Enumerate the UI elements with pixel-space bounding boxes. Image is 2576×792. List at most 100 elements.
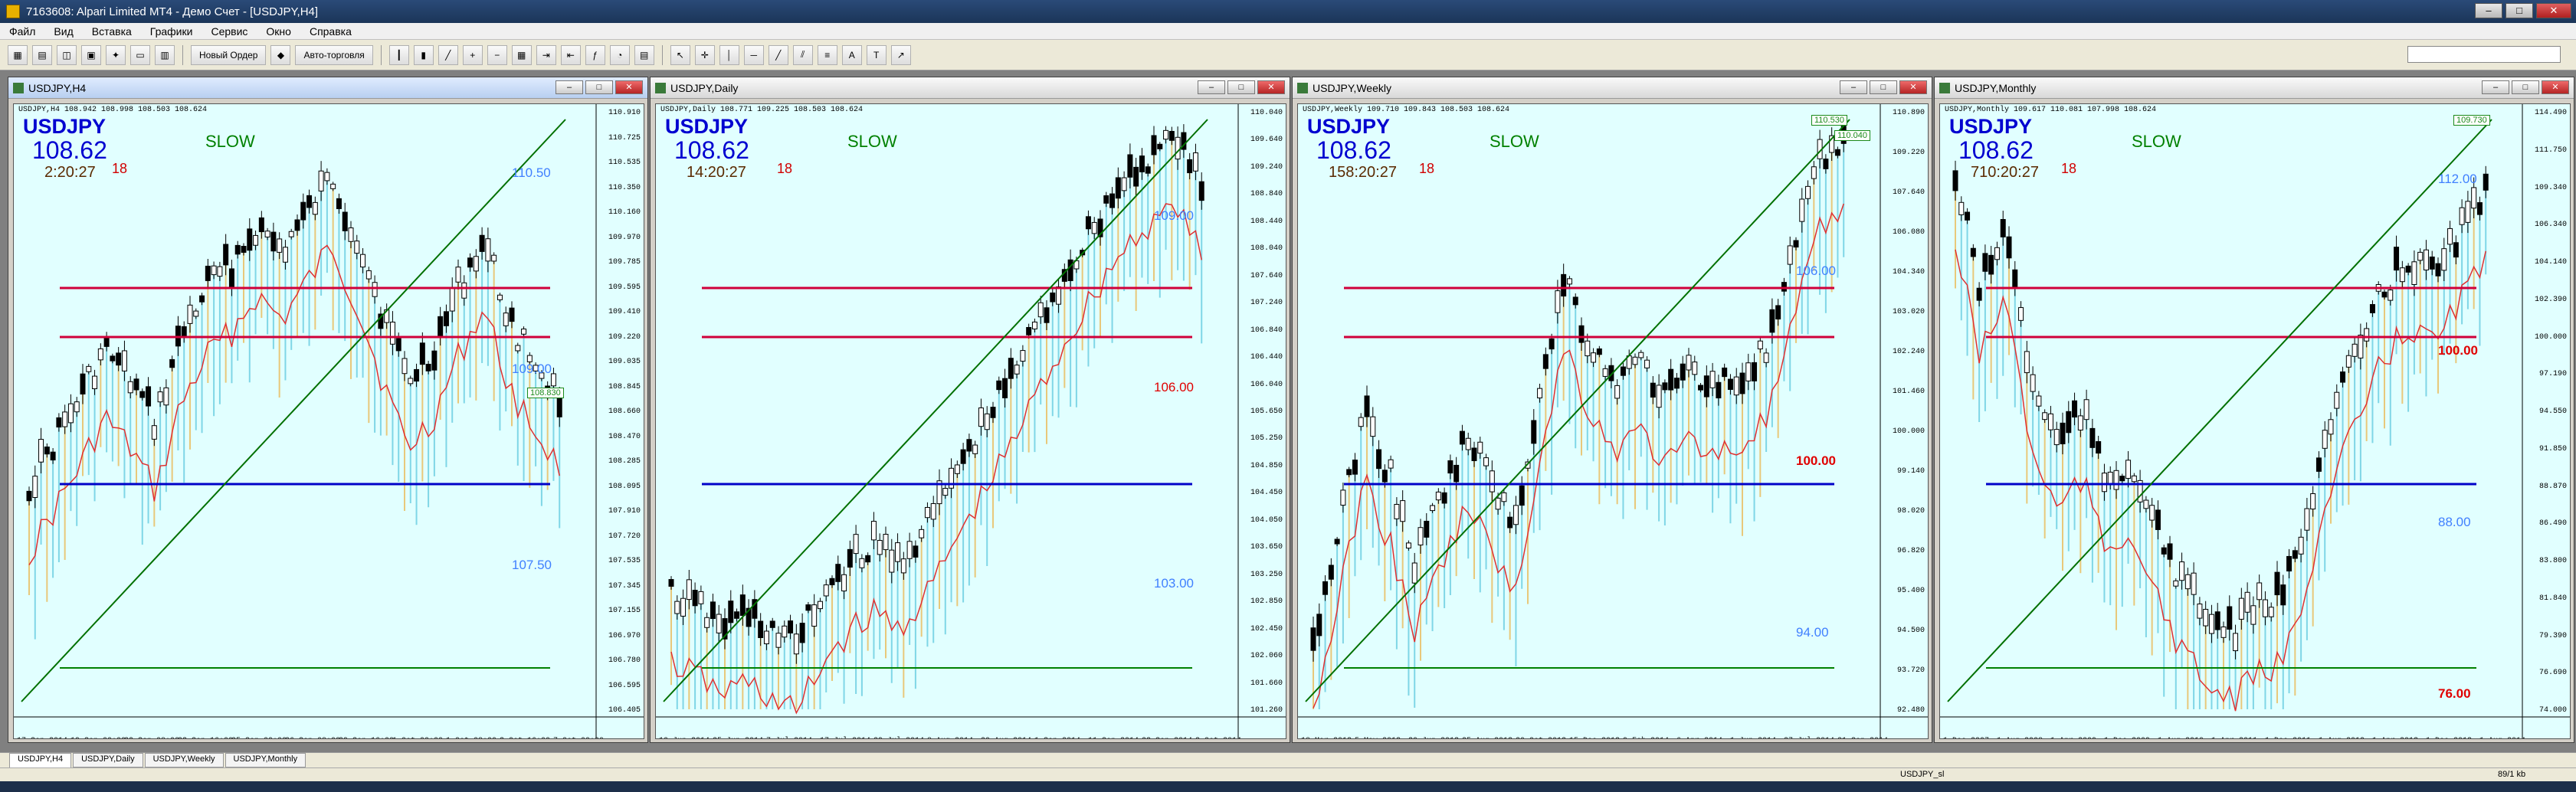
chart-window-title[interactable]: USDJPY,Weekly – □ ✕ xyxy=(1293,77,1932,99)
chart-close-button[interactable]: ✕ xyxy=(615,80,643,94)
indicators-icon[interactable]: ƒ xyxy=(585,44,605,65)
tab-h4[interactable]: USDJPY,H4 xyxy=(9,753,72,767)
channel-icon[interactable]: ⫽ xyxy=(792,44,813,65)
tester-icon[interactable]: ▥ xyxy=(155,44,175,65)
chart-minimize-button[interactable]: – xyxy=(556,80,583,94)
time-tick: 18 Mar 2013 xyxy=(1301,737,1352,738)
candle-chart-icon[interactable]: ▮ xyxy=(413,44,434,65)
label-icon[interactable]: T xyxy=(866,44,887,65)
chart-close-button[interactable]: ✕ xyxy=(1899,80,1927,94)
chart-minimize-button[interactable]: – xyxy=(1198,80,1225,94)
new-chart-icon[interactable]: ▦ xyxy=(8,44,28,65)
chart-canvas[interactable] xyxy=(656,104,1286,739)
time-tick: 7 Jul 2014 xyxy=(766,737,812,738)
chart-maximize-button[interactable]: □ xyxy=(585,80,613,94)
line-chart-icon[interactable]: ╱ xyxy=(438,44,458,65)
text-icon[interactable]: A xyxy=(841,44,862,65)
price-tick: 96.820 xyxy=(1896,547,1925,555)
chart-maximize-button[interactable]: □ xyxy=(2512,80,2539,94)
chart-window-h4[interactable]: USDJPY,H4 – □ ✕ USDJPY,H4 108.942 108.998 10… xyxy=(8,77,648,743)
vertical-line-icon[interactable]: │ xyxy=(719,44,739,65)
chart-window-title[interactable]: USDJPY,Daily – □ ✕ xyxy=(651,77,1290,99)
data-window-icon[interactable]: ▣ xyxy=(81,44,101,65)
chart-minimize-button[interactable]: – xyxy=(1840,80,1867,94)
candle-body xyxy=(889,549,895,573)
status-traffic: 89/1 kb xyxy=(2498,770,2526,779)
cursor-icon[interactable]: ↖ xyxy=(670,44,690,65)
price-chart[interactable]: USDJPY,H4 108.942 108.998 108.503 108.62… xyxy=(13,103,644,739)
fibonacci-icon[interactable]: ≡ xyxy=(817,44,837,65)
close-button[interactable]: ✕ xyxy=(2536,3,2571,18)
market-watch-icon[interactable]: ◫ xyxy=(57,44,77,65)
price-tick: 107.720 xyxy=(608,532,641,541)
menu-tools[interactable]: Сервис xyxy=(202,25,257,38)
menu-charts[interactable]: Графики xyxy=(141,25,202,38)
editor-icon[interactable]: ◆ xyxy=(270,44,291,65)
autoscroll-icon[interactable]: ⇥ xyxy=(536,44,556,65)
navigator-icon[interactable]: ✦ xyxy=(106,44,126,65)
auto-trading-button[interactable]: Авто-торговля xyxy=(295,44,373,65)
chart-window-title[interactable]: USDJPY,H4 – □ ✕ xyxy=(8,77,647,99)
candle-body xyxy=(2364,328,2370,342)
tab-daily[interactable]: USDJPY,Daily xyxy=(73,753,143,767)
chart-close-button[interactable]: ✕ xyxy=(1257,80,1285,94)
level-label: 88.00 xyxy=(2438,515,2471,529)
profiles-icon[interactable]: ▤ xyxy=(32,44,52,65)
new-order-button[interactable]: Новый Ордер xyxy=(191,44,267,65)
price-chart[interactable]: USDJPY,Monthly 109.617 110.081 107.998 1… xyxy=(1939,103,2571,739)
chart-close-button[interactable]: ✕ xyxy=(2542,80,2569,94)
candle-body xyxy=(1400,500,1406,522)
candle-body xyxy=(461,282,467,299)
tile-windows-icon[interactable]: ▦ xyxy=(511,44,532,65)
price-tick: 88.870 xyxy=(2538,482,2567,491)
menu-insert[interactable]: Вставка xyxy=(83,25,141,38)
chart-window-monthly[interactable]: USDJPY,Monthly – □ ✕ USDJPY,Monthly 109.617 … xyxy=(1934,77,2574,743)
bar-chart-icon[interactable]: ┃ xyxy=(388,44,409,65)
chart-shift-icon[interactable]: ⇤ xyxy=(560,44,581,65)
time-tick: 1 Aug 2010 xyxy=(2158,737,2204,738)
chart-maximize-button[interactable]: □ xyxy=(1227,80,1255,94)
price-chart[interactable]: USDJPY,Daily 108.771 109.225 108.503 108… xyxy=(655,103,1286,739)
price-tick: 108.440 xyxy=(1250,217,1283,226)
search-input[interactable] xyxy=(2407,46,2561,63)
candle-body xyxy=(2244,591,2250,613)
level-label: 76.00 xyxy=(2438,686,2471,701)
chart-window-title[interactable]: USDJPY,Monthly – □ ✕ xyxy=(1935,77,2574,99)
candle-body xyxy=(2483,173,2489,191)
chart-minimize-button[interactable]: – xyxy=(2482,80,2509,94)
tab-weekly[interactable]: USDJPY,Weekly xyxy=(144,753,224,767)
maximize-button[interactable]: □ xyxy=(2506,3,2533,18)
zoom-out-icon[interactable]: − xyxy=(487,44,507,65)
crosshair-icon[interactable]: ✛ xyxy=(694,44,715,65)
price-tick: 109.220 xyxy=(608,332,641,342)
chart-maximize-button[interactable]: □ xyxy=(1870,80,1897,94)
chart-canvas[interactable] xyxy=(14,104,644,739)
candle-body xyxy=(2101,473,2107,493)
candle-body xyxy=(2053,429,2060,446)
horizontal-line-icon[interactable]: ─ xyxy=(743,44,764,65)
candle-body xyxy=(1965,211,1971,221)
price-chart[interactable]: USDJPY,Weekly 109.710 109.843 108.503 10… xyxy=(1297,103,1929,739)
menu-view[interactable]: Вид xyxy=(44,25,82,38)
tab-monthly[interactable]: USDJPY,Monthly xyxy=(224,753,306,767)
chart-window-weekly[interactable]: USDJPY,Weekly – □ ✕ USDJPY,Weekly 109.710 10… xyxy=(1292,77,1932,743)
chart-canvas[interactable] xyxy=(1298,104,1929,739)
menu-window[interactable]: Окно xyxy=(257,25,300,38)
candle-body xyxy=(1585,340,1591,357)
chart-canvas[interactable] xyxy=(1940,104,2571,739)
candle-body xyxy=(443,311,449,326)
chart-window-daily[interactable]: USDJPY,Daily – □ ✕ USDJPY,Daily 108.771 109.… xyxy=(650,77,1290,743)
price-tick: 92.480 xyxy=(1896,706,1925,715)
zoom-in-icon[interactable]: + xyxy=(462,44,483,65)
periods-icon[interactable]: ◔ xyxy=(609,44,630,65)
price-tick: 110.890 xyxy=(1892,109,1925,117)
menu-help[interactable]: Справка xyxy=(300,25,361,38)
menu-file[interactable]: Файл xyxy=(0,25,44,38)
terminal-icon[interactable]: ▭ xyxy=(130,44,150,65)
minimize-button[interactable]: – xyxy=(2475,3,2502,18)
candle-body xyxy=(2292,550,2298,559)
candle-body xyxy=(1489,470,1495,493)
trendline-icon[interactable]: ╱ xyxy=(768,44,788,65)
arrows-icon[interactable]: ↗ xyxy=(890,44,911,65)
templates-icon[interactable]: ▤ xyxy=(634,44,654,65)
